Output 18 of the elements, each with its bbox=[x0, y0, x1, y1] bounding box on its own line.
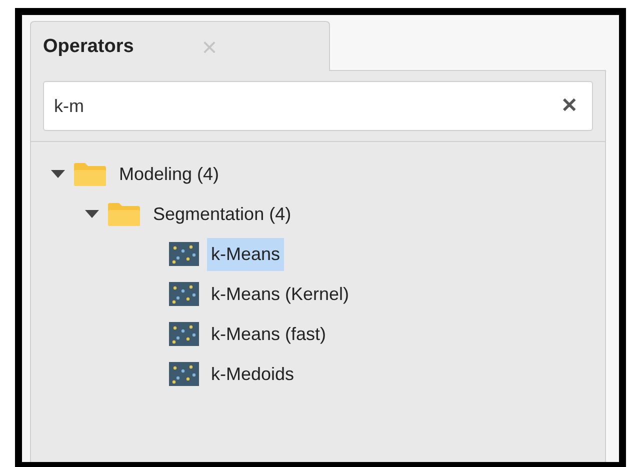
tree-item[interactable]: Segmentation (4) bbox=[149, 198, 296, 230]
tab-label: Operators bbox=[43, 36, 134, 58]
tree-item[interactable]: Modeling (4) bbox=[115, 158, 224, 190]
scatter-icon bbox=[169, 322, 199, 346]
tree-item[interactable]: k-Medoids bbox=[207, 358, 298, 390]
clear-button[interactable]: ✕ bbox=[561, 96, 578, 116]
tree-item[interactable]: k-Means bbox=[207, 238, 284, 270]
panel-tab[interactable]: Operators × bbox=[30, 21, 330, 71]
folder-icon bbox=[73, 161, 107, 187]
folder-icon bbox=[107, 201, 141, 227]
scatter-icon bbox=[169, 282, 199, 306]
caret-icon[interactable] bbox=[85, 209, 99, 219]
caret-icon[interactable] bbox=[51, 169, 65, 179]
search-field[interactable]: k-m ✕ bbox=[43, 81, 593, 131]
scatter-icon bbox=[169, 242, 199, 266]
tree-item[interactable]: k-Means (fast) bbox=[207, 318, 330, 350]
scatter-icon bbox=[169, 362, 199, 386]
tree-item[interactable]: k-Means (Kernel) bbox=[207, 278, 354, 310]
